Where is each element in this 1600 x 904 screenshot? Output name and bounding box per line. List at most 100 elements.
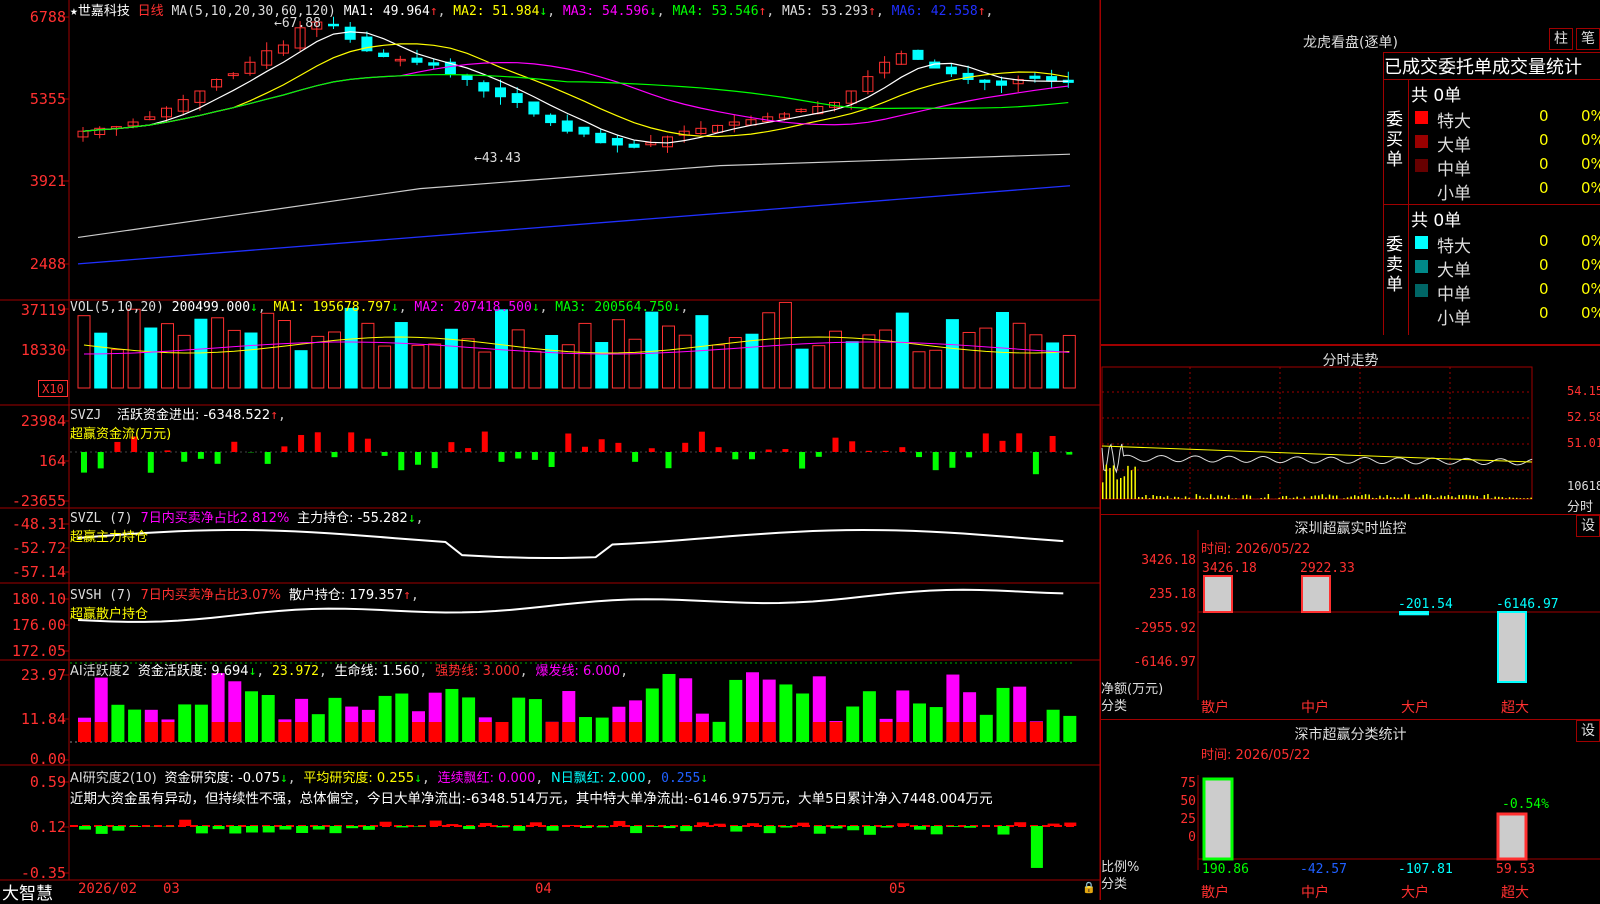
ai2-bar: [296, 826, 308, 833]
ai1-bar-base: [963, 722, 976, 742]
svzj-bar: [281, 446, 287, 452]
bar-mode-button[interactable]: 柱: [1549, 28, 1573, 50]
ai1-bar-base: [162, 722, 175, 742]
ai1-bar-base: [946, 722, 959, 742]
ai1-bar-base: [429, 722, 442, 742]
svzj-bar: [415, 452, 421, 465]
ai1-header: AI活跃度2 资金活跃度: 9.694↓, 23.972, 生命线: 1.560…: [70, 660, 628, 679]
x-label-mar: 03: [163, 881, 180, 897]
svzj-bar: [983, 433, 989, 452]
ma5-value: MA5: 53.293: [782, 4, 868, 19]
vol-bar: [1030, 335, 1042, 388]
ai2-title: AI研究度2(10): [70, 771, 157, 786]
ma2-arrow: ↓: [539, 4, 547, 19]
svzj-bar: [165, 450, 171, 452]
lock-icon[interactable]: 🔒: [1082, 881, 1096, 894]
vol-bar: [262, 313, 274, 388]
svzj-bar: [332, 452, 338, 457]
buy-row-0: 特大 0 0%: [1409, 106, 1600, 130]
svzj-bar: [81, 452, 87, 473]
sz-class-ytick: 25: [1180, 812, 1196, 827]
svzj-bar: [148, 452, 154, 473]
ma3-arrow: ↓: [649, 4, 657, 19]
ai1-bar: [395, 694, 408, 742]
ai2-bar: [346, 826, 358, 828]
candle: [412, 58, 422, 62]
ai1-bar: [445, 689, 458, 742]
svzj-bar: [766, 450, 772, 452]
buy-row-2: 中单 0 0%: [1409, 154, 1600, 178]
vol-ma1-line: [84, 337, 1069, 353]
ai2-bar: [714, 824, 726, 826]
ma5-arrow: ↑: [868, 4, 876, 19]
buy-row-3: 小单 0 0%: [1409, 178, 1600, 202]
ai1-bar: [178, 704, 191, 742]
svsh-header: SVSH (7) 7日内买卖净占比3.07% 散户持仓: 179.357↑, 超…: [70, 584, 419, 622]
svzj-bar: [599, 439, 605, 452]
sz-class-cat: 散户: [1201, 882, 1229, 902]
ai2-bar: [964, 826, 976, 828]
buy-rows: 共 0单 特大 0 0% 大单 0 0% 中单 0 0% 小单 0 0%: [1408, 80, 1600, 205]
ytick: -23655: [12, 492, 66, 510]
svzj-bar: [632, 452, 638, 462]
star-icon[interactable]: ★: [70, 4, 78, 19]
ai2-research: 资金研究度: -0.075: [165, 771, 280, 786]
sz-monitor-ytick: -6146.97: [1133, 655, 1196, 670]
svzj-bar: [699, 432, 705, 452]
sell-row-label: 大单: [1437, 256, 1471, 281]
svsh-subtitle: 超赢散户持仓: [70, 603, 419, 622]
ai1-bar-base: [479, 722, 492, 742]
svzj-bar: [666, 452, 672, 468]
brand-logo[interactable]: 大智慧: [2, 879, 53, 904]
ai2-bar: [680, 826, 692, 831]
ai1-bar-base: [78, 722, 91, 742]
sz-class-panel: 深市超赢分类统计 设 时间: 2026/05/22 7550250 比例% 分类…: [1100, 720, 1600, 900]
vol-bar: [696, 316, 708, 388]
vol-bar: [362, 323, 374, 388]
vol-bar: [145, 328, 157, 388]
ytick: 5355: [30, 90, 66, 108]
buy-row-count: 0: [1539, 179, 1549, 197]
sz-class-cat: 中户: [1301, 882, 1329, 902]
ai2-nday: N日飘红: 2.000: [551, 771, 645, 786]
ai2-bar: [597, 826, 609, 827]
period-label[interactable]: 日线: [138, 4, 164, 19]
candle: [512, 94, 522, 103]
sell-row-label: 小单: [1437, 304, 1471, 329]
candle: [562, 121, 572, 131]
ytick: 6788: [30, 8, 66, 26]
vol-bar: [796, 349, 808, 388]
candle: [612, 138, 622, 145]
lhb-title: 龙虎看盘(逐单): [1101, 32, 1600, 52]
sell-row-pct: 0%: [1581, 232, 1600, 250]
buy-order-section: 委买单 共 0单 特大 0 0% 大单 0 0% 中单 0 0% 小单 0 0%: [1383, 80, 1600, 205]
ytick: 2488: [30, 255, 66, 273]
svzl-title: SVZL (7): [70, 511, 133, 526]
intraday-panel[interactable]: 分时走势 54.1552.5851.01 10618 分时: [1100, 345, 1600, 515]
svzj-bar: [833, 438, 839, 452]
ytick: 172.05: [12, 642, 66, 660]
svzj-bar: [215, 452, 221, 464]
ma-values: MA1: 49.964↑, MA2: 51.984↓, MA3: 54.596↓…: [344, 4, 994, 19]
svzj-bar: [949, 452, 955, 468]
vol-bar: [646, 312, 658, 388]
svzj-value: 活跃资金进出: -6348.522: [117, 408, 270, 423]
sz-class-cat: 大户: [1401, 882, 1429, 902]
vol-unit-badge[interactable]: X10: [38, 380, 68, 397]
tick-mode-button[interactable]: 笔: [1576, 28, 1600, 50]
sz-monitor-settings-button[interactable]: 设: [1576, 515, 1600, 537]
ai2-bar: [497, 826, 509, 827]
ai2-bar: [647, 826, 659, 827]
vol-bar: [1013, 323, 1025, 388]
ai1-bar: [195, 705, 208, 742]
sell-swatch-2: [1415, 284, 1428, 297]
svzj-bar: [782, 449, 788, 452]
vol-bar: [412, 345, 424, 388]
sz-class-settings-button[interactable]: 设: [1576, 720, 1600, 742]
candle: [596, 133, 606, 142]
svzj-bar: [298, 435, 304, 452]
svzj-bar: [966, 452, 972, 457]
vol-bar: [1047, 343, 1059, 388]
ytick: 0.00: [30, 750, 66, 768]
buy-swatch-3: [1415, 183, 1428, 196]
